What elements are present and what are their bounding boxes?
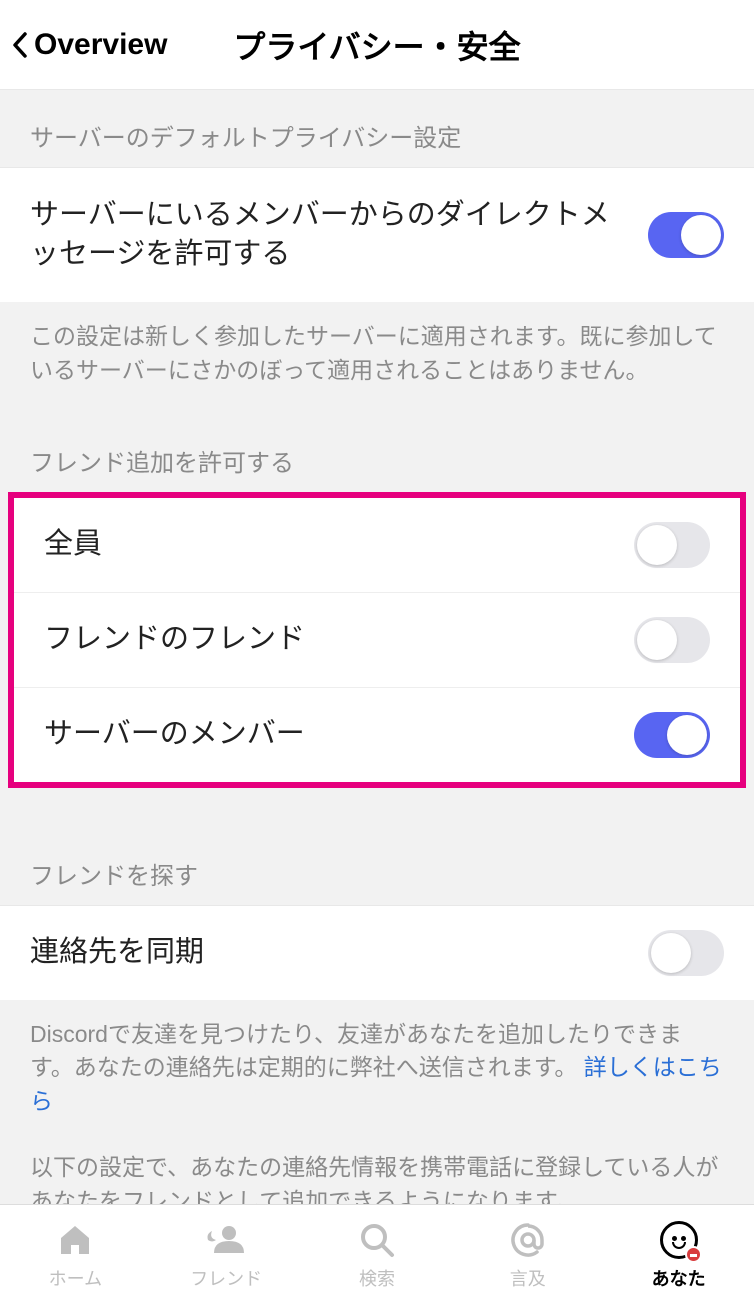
search-icon (359, 1219, 395, 1261)
row-label: サーバーのメンバー (44, 715, 634, 754)
section-header-find-friends: フレンドを探す (0, 828, 754, 905)
friends-icon (206, 1219, 246, 1261)
toggle-friends-of-friends[interactable] (634, 617, 710, 663)
toggle-allow-dm[interactable] (648, 212, 724, 258)
home-icon (57, 1219, 93, 1261)
row-label: フレンドのフレンド (44, 620, 634, 659)
tab-friends[interactable]: フレンド (151, 1205, 302, 1304)
back-label: Overview (34, 28, 167, 62)
row-everyone[interactable]: 全員 (14, 498, 740, 592)
row-sync-contacts[interactable]: 連絡先を同期 (0, 905, 754, 1000)
row-friends-of-friends[interactable]: フレンドのフレンド (14, 592, 740, 687)
toggle-sync-contacts[interactable] (648, 930, 724, 976)
tab-you[interactable]: あなた (603, 1205, 754, 1304)
tab-bar: ホーム フレンド 検索 言及 あなた (0, 1204, 754, 1304)
tab-mentions[interactable]: 言及 (452, 1205, 603, 1304)
footer-extra-text: 以下の設定で、あなたの連絡先情報を携帯電話に登録している人があなたをフレンドとし… (30, 1154, 718, 1204)
content-scroll[interactable]: サーバーのデフォルトプライバシー設定 サーバーにいるメンバーからのダイレクトメッ… (0, 90, 754, 1204)
tab-home[interactable]: ホーム (0, 1205, 151, 1304)
tab-label: フレンド (190, 1265, 262, 1291)
header: Overview プライバシー・安全 (0, 0, 754, 90)
section-header-allow-friend-add: フレンド追加を許可する (0, 415, 754, 492)
dnd-badge-icon (685, 1246, 702, 1263)
tab-label: 検索 (359, 1265, 395, 1291)
chevron-left-icon (12, 32, 28, 58)
at-icon (509, 1219, 547, 1261)
tab-search[interactable]: 検索 (302, 1205, 453, 1304)
section-footer-find-friends: Discordで友達を見つけたり、友達があなたを追加したりできます。あなたの連絡… (0, 1000, 754, 1204)
row-allow-dm-from-server-members[interactable]: サーバーにいるメンバーからのダイレクトメッセージを許可する (0, 167, 754, 302)
row-server-members[interactable]: サーバーのメンバー (14, 687, 740, 782)
highlight-box: 全員 フレンドのフレンド サーバーのメンバー (8, 492, 746, 788)
toggle-everyone[interactable] (634, 522, 710, 568)
avatar-icon (660, 1219, 698, 1261)
tab-label: 言及 (510, 1265, 546, 1291)
back-button[interactable]: Overview (12, 28, 167, 62)
section-footer-default-privacy: この設定は新しく参加したサーバーに適用されます。既に参加しているサーバーにさかの… (0, 302, 754, 415)
row-label: 連絡先を同期 (30, 933, 648, 972)
row-label: サーバーにいるメンバーからのダイレクトメッセージを許可する (30, 196, 648, 274)
tab-label: ホーム (49, 1265, 102, 1291)
toggle-server-members[interactable] (634, 712, 710, 758)
tab-label: あなた (652, 1265, 706, 1291)
row-label: 全員 (44, 525, 634, 564)
section-header-default-privacy: サーバーのデフォルトプライバシー設定 (0, 90, 754, 167)
